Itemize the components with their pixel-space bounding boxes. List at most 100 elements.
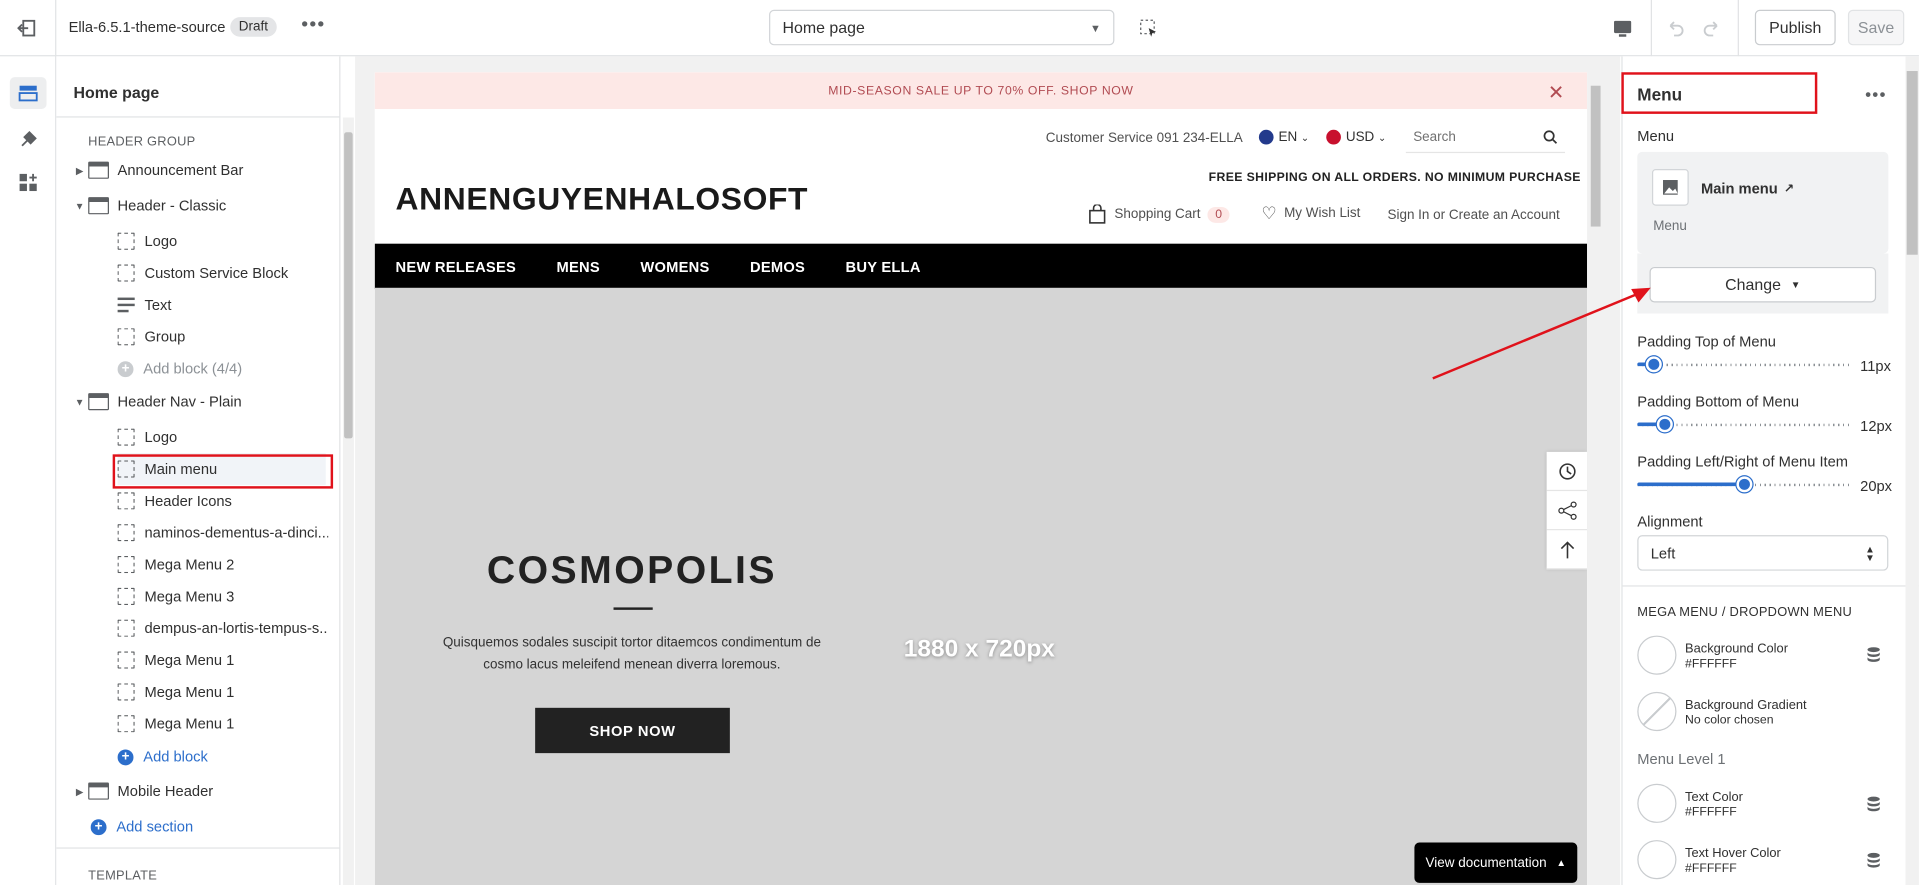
- add-block-button[interactable]: + Add block: [117, 741, 338, 773]
- mega-menu-header: MEGA MENU / DROPDOWN MENU: [1637, 604, 1853, 620]
- bg-gradient-label: Background Gradient: [1685, 698, 1807, 713]
- preview-scrollbar-thumb[interactable]: [1590, 85, 1601, 227]
- caret-right-icon[interactable]: ▶: [71, 786, 88, 797]
- block-mega-menu[interactable]: Mega Menu 2: [117, 549, 338, 581]
- divider: [1622, 585, 1919, 587]
- color-swatch[interactable]: [1637, 635, 1677, 675]
- language-select[interactable]: EN ⌄: [1258, 129, 1310, 145]
- gradient-swatch[interactable]: [1637, 691, 1677, 732]
- highlight-box: [112, 454, 334, 489]
- caret-down-icon[interactable]: ▼: [71, 200, 88, 211]
- announcement-text[interactable]: MID-SEASON SALE UP TO 70% OFF. SHOP NOW: [828, 84, 1133, 97]
- block-icon: [117, 715, 135, 733]
- nav-womens[interactable]: WOMENS: [640, 258, 709, 275]
- block-label: Logo: [144, 428, 178, 446]
- section-header-classic[interactable]: ▼ Header - Classic: [71, 190, 340, 222]
- block-mega-menu[interactable]: Mega Menu 3: [117, 580, 338, 612]
- currency-value: USD: [1345, 129, 1375, 145]
- caret-down-icon: ▼: [1089, 21, 1101, 34]
- shop-now-button[interactable]: SHOP NOW: [535, 707, 730, 754]
- padding-lr-value: 20px: [1860, 477, 1893, 495]
- history-icon[interactable]: [1546, 451, 1588, 492]
- padding-lr-slider[interactable]: [1637, 476, 1852, 493]
- caret-down-icon[interactable]: ▼: [71, 396, 88, 407]
- menu-name: Main menu: [1700, 180, 1778, 198]
- nav-demos[interactable]: DEMOS: [750, 258, 805, 275]
- divider: [1650, 0, 1652, 57]
- exit-icon[interactable]: [16, 17, 38, 39]
- block-icon: [117, 232, 135, 250]
- section-icon: [88, 197, 109, 215]
- block-mega-menu[interactable]: dempus-an-lortis-tempus-s...: [117, 612, 328, 644]
- arrow-up-icon[interactable]: [1546, 530, 1588, 570]
- currency-select[interactable]: USD ⌄: [1326, 129, 1386, 145]
- share-icon[interactable]: [1546, 491, 1588, 531]
- save-button[interactable]: Save: [1847, 9, 1905, 46]
- settings-scrollbar-thumb[interactable]: [1906, 71, 1918, 255]
- inspector-icon[interactable]: [1136, 16, 1160, 40]
- wishlist-link[interactable]: ♡ My Wish List: [1261, 205, 1360, 222]
- page-select[interactable]: Home page ▼: [769, 9, 1115, 46]
- block-text[interactable]: Text: [117, 289, 338, 321]
- block-logo[interactable]: Logo: [117, 421, 338, 453]
- color-swatch[interactable]: [1637, 783, 1677, 823]
- add-section-button[interactable]: + Add section: [90, 811, 336, 843]
- close-icon[interactable]: ✕: [1548, 81, 1564, 105]
- nav-buy-ella[interactable]: BUY ELLA: [846, 258, 921, 275]
- redo-icon[interactable]: [1700, 16, 1724, 40]
- apps-icon[interactable]: [10, 167, 47, 199]
- section-mobile-header[interactable]: ▶ Mobile Header: [71, 775, 340, 807]
- database-icon[interactable]: [1866, 796, 1881, 812]
- menu-name-link[interactable]: Main menu ↗: [1701, 180, 1794, 197]
- cart-link[interactable]: Shopping Cart 0: [1089, 204, 1230, 225]
- theme-settings-icon[interactable]: [10, 124, 47, 156]
- padding-top-slider[interactable]: [1637, 356, 1852, 373]
- slider-thumb[interactable]: [1656, 416, 1673, 433]
- section-icon: [88, 161, 109, 179]
- alignment-value: Left: [1650, 544, 1676, 562]
- caret-right-icon[interactable]: ▶: [71, 165, 88, 176]
- desktop-view-icon[interactable]: [1609, 16, 1636, 40]
- change-menu-button[interactable]: Change ▼: [1649, 266, 1877, 303]
- publish-button[interactable]: Publish: [1754, 9, 1836, 46]
- more-actions-icon[interactable]: •••: [1865, 84, 1887, 104]
- block-mega-menu[interactable]: Mega Menu 1: [117, 676, 338, 708]
- block-label: Mega Menu 1: [144, 715, 235, 733]
- section-announcement-bar[interactable]: ▶ Announcement Bar: [71, 154, 340, 186]
- slider-thumb[interactable]: [1736, 476, 1753, 493]
- chevron-down-icon: ⌄: [1300, 131, 1310, 143]
- padding-bottom-slider[interactable]: [1637, 416, 1852, 433]
- block-mega-menu[interactable]: naminos-dementus-a-dinci...: [117, 517, 329, 549]
- hero-text: Quisquemos sodales suscipit tortor ditae…: [442, 635, 821, 673]
- block-custom-service[interactable]: Custom Service Block: [117, 257, 338, 289]
- free-shipping-text: FREE SHIPPING ON ALL ORDERS. NO MINIMUM …: [1208, 171, 1581, 185]
- scrollbar-thumb[interactable]: [344, 132, 353, 439]
- undo-icon[interactable]: [1663, 16, 1687, 40]
- block-group[interactable]: Group: [117, 321, 338, 353]
- store-logo[interactable]: ANNENGUYENHALOSOFT: [396, 180, 809, 218]
- view-docs-label: View documentation: [1425, 855, 1547, 871]
- block-logo[interactable]: Logo: [117, 225, 338, 257]
- hero-banner: COSMOPOLIS Quisquemos sodales suscipit t…: [374, 287, 1588, 885]
- settings-panel: Menu ••• Menu Main menu ↗ Menu Change ▼ Pa…: [1621, 56, 1919, 885]
- search-placeholder: Search: [1413, 129, 1456, 144]
- nav-new-releases[interactable]: NEW RELEASES: [396, 258, 517, 275]
- color-swatch[interactable]: [1637, 840, 1677, 880]
- nav-mens[interactable]: MENS: [556, 258, 599, 275]
- sections-icon[interactable]: [9, 77, 47, 109]
- block-mega-menu[interactable]: Mega Menu 1: [117, 708, 338, 740]
- block-mega-menu[interactable]: Mega Menu 1: [117, 644, 338, 676]
- block-label: naminos-dementus-a-dinci...: [144, 524, 329, 542]
- block-header-icons[interactable]: Header Icons: [117, 485, 338, 517]
- view-docs-button[interactable]: View documentation ▲: [1414, 842, 1578, 883]
- more-actions-icon[interactable]: •••: [301, 15, 325, 37]
- database-icon[interactable]: [1866, 852, 1881, 868]
- plus-circle-icon: +: [117, 748, 134, 765]
- search-icon[interactable]: [1543, 129, 1558, 144]
- section-header-nav[interactable]: ▼ Header Nav - Plain: [71, 386, 340, 418]
- account-link[interactable]: Sign In or Create an Account: [1387, 208, 1559, 223]
- block-label: Mega Menu 1: [144, 683, 235, 701]
- database-icon[interactable]: [1866, 647, 1881, 663]
- alignment-select[interactable]: Left ▲ ▼: [1637, 535, 1889, 571]
- search-input[interactable]: Search: [1405, 121, 1566, 154]
